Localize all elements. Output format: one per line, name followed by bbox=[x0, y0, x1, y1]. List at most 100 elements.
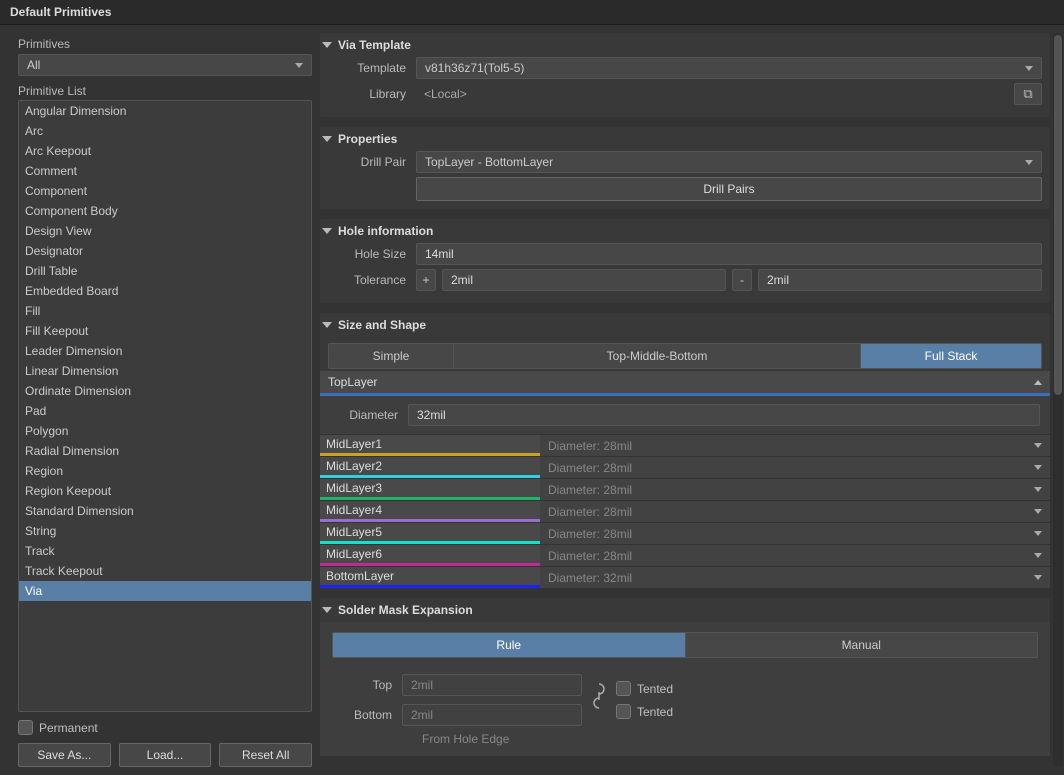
list-item[interactable]: Standard Dimension bbox=[19, 501, 311, 521]
rule-tab[interactable]: Rule bbox=[333, 633, 686, 657]
window-title: Default Primitives bbox=[0, 0, 1064, 25]
list-item[interactable]: Ordinate Dimension bbox=[19, 381, 311, 401]
list-item[interactable]: Region Keepout bbox=[19, 481, 311, 501]
layer-name: MidLayer4 bbox=[320, 500, 540, 522]
chevron-down-icon bbox=[1034, 443, 1042, 448]
manual-tab[interactable]: Manual bbox=[686, 633, 1038, 657]
tolerance-minus-input[interactable]: 2mil bbox=[758, 269, 1042, 291]
link-top-bottom-icon[interactable] bbox=[590, 680, 608, 712]
layer-diameter[interactable]: Diameter: 28mil bbox=[540, 522, 1050, 544]
list-item[interactable]: String bbox=[19, 521, 311, 541]
list-item[interactable]: Radial Dimension bbox=[19, 441, 311, 461]
layer-row[interactable]: MidLayer4Diameter: 28mil bbox=[320, 500, 1050, 522]
tented-bottom-checkbox[interactable] bbox=[616, 704, 631, 719]
layers-table: MidLayer1Diameter: 28milMidLayer2Diamete… bbox=[320, 434, 1050, 588]
layer-diameter[interactable]: Diameter: 28mil bbox=[540, 544, 1050, 566]
chevron-down-icon bbox=[1034, 575, 1042, 580]
list-item[interactable]: Arc Keepout bbox=[19, 141, 311, 161]
hole-size-input[interactable]: 14mil bbox=[416, 243, 1042, 265]
via-template-header[interactable]: Via Template bbox=[320, 33, 1050, 57]
list-item[interactable]: Design View bbox=[19, 221, 311, 241]
section-title: Size and Shape bbox=[338, 318, 426, 332]
list-item[interactable]: Component bbox=[19, 181, 311, 201]
scrollbar-thumb[interactable] bbox=[1054, 35, 1062, 395]
permanent-checkbox[interactable] bbox=[18, 720, 33, 735]
chevron-up-icon bbox=[1034, 380, 1042, 385]
collapse-icon bbox=[322, 607, 332, 613]
list-item[interactable]: Arc bbox=[19, 121, 311, 141]
primitive-list[interactable]: Angular DimensionArcArc KeepoutCommentCo… bbox=[18, 100, 312, 712]
properties-header[interactable]: Properties bbox=[320, 127, 1050, 151]
layer-row[interactable]: MidLayer1Diameter: 28mil bbox=[320, 434, 1050, 456]
chevron-down-icon bbox=[1034, 553, 1042, 558]
reset-all-button[interactable]: Reset All bbox=[219, 743, 312, 767]
layer-row[interactable]: MidLayer3Diameter: 28mil bbox=[320, 478, 1050, 500]
list-item[interactable]: Angular Dimension bbox=[19, 101, 311, 121]
layer-row[interactable]: MidLayer5Diameter: 28mil bbox=[320, 522, 1050, 544]
list-item[interactable]: Designator bbox=[19, 241, 311, 261]
list-item[interactable]: Drill Table bbox=[19, 261, 311, 281]
size-shape-header[interactable]: Size and Shape bbox=[320, 313, 1050, 337]
solder-mode-tabs: Rule Manual bbox=[332, 632, 1038, 658]
template-value: v81h36z71(Tol5-5) bbox=[425, 61, 524, 75]
bottom-label: Bottom bbox=[332, 708, 392, 722]
tolerance-minus-button[interactable]: - bbox=[732, 269, 752, 291]
list-item[interactable]: Pad bbox=[19, 401, 311, 421]
chevron-down-icon bbox=[1034, 465, 1042, 470]
diameter-input[interactable]: 32mil bbox=[408, 404, 1040, 426]
save-as-button[interactable]: Save As... bbox=[18, 743, 111, 767]
chevron-down-icon bbox=[1025, 160, 1033, 165]
hole-info-header[interactable]: Hole information bbox=[320, 219, 1050, 243]
load-button[interactable]: Load... bbox=[119, 743, 212, 767]
bottom-expansion-input[interactable]: 2mil bbox=[402, 704, 582, 726]
hole-size-label: Hole Size bbox=[328, 247, 406, 261]
drill-pairs-button[interactable]: Drill Pairs bbox=[416, 177, 1042, 201]
section-title: Hole information bbox=[338, 224, 433, 238]
layer-diameter[interactable]: Diameter: 28mil bbox=[540, 478, 1050, 500]
solder-mask-header[interactable]: Solder Mask Expansion bbox=[320, 598, 1050, 622]
tented-top-checkbox[interactable] bbox=[616, 681, 631, 696]
layer-row[interactable]: BottomLayerDiameter: 32mil bbox=[320, 566, 1050, 588]
via-template-section: Via Template Template v81h36z71(Tol5-5) … bbox=[320, 33, 1050, 117]
vertical-scrollbar[interactable] bbox=[1053, 33, 1063, 767]
size-tab[interactable]: Simple bbox=[329, 344, 454, 368]
permanent-label: Permanent bbox=[39, 721, 98, 735]
list-item[interactable]: Track Keepout bbox=[19, 561, 311, 581]
list-item[interactable]: Via bbox=[19, 581, 311, 601]
layer-diameter[interactable]: Diameter: 28mil bbox=[540, 500, 1050, 522]
layer-row[interactable]: MidLayer6Diameter: 28mil bbox=[320, 544, 1050, 566]
list-item[interactable]: Region bbox=[19, 461, 311, 481]
list-item[interactable]: Component Body bbox=[19, 201, 311, 221]
layer-diameter[interactable]: Diameter: 28mil bbox=[540, 456, 1050, 478]
list-item[interactable]: Fill bbox=[19, 301, 311, 321]
layer-diameter[interactable]: Diameter: 28mil bbox=[540, 434, 1050, 456]
toplayer-header[interactable]: TopLayer bbox=[320, 371, 1050, 396]
list-item[interactable]: Linear Dimension bbox=[19, 361, 311, 381]
size-tab[interactable]: Full Stack bbox=[861, 344, 1041, 368]
tolerance-plus-button[interactable]: + bbox=[416, 269, 436, 291]
top-expansion-input[interactable]: 2mil bbox=[402, 674, 582, 696]
layer-diameter[interactable]: Diameter: 32mil bbox=[540, 566, 1050, 588]
primitives-dropdown[interactable]: All bbox=[18, 54, 312, 76]
size-tab[interactable]: Top-Middle-Bottom bbox=[454, 344, 861, 368]
list-item[interactable]: Comment bbox=[19, 161, 311, 181]
layer-name: MidLayer3 bbox=[320, 478, 540, 500]
layer-name: MidLayer6 bbox=[320, 544, 540, 566]
library-value: <Local> bbox=[416, 83, 1008, 105]
top-label: Top bbox=[332, 678, 392, 692]
layer-row[interactable]: MidLayer2Diameter: 28mil bbox=[320, 456, 1050, 478]
list-item[interactable]: Fill Keepout bbox=[19, 321, 311, 341]
drill-pair-value: TopLayer - BottomLayer bbox=[425, 155, 553, 169]
link-button[interactable]: ⧉ bbox=[1014, 83, 1042, 105]
template-dropdown[interactable]: v81h36z71(Tol5-5) bbox=[416, 57, 1042, 79]
list-item[interactable]: Track bbox=[19, 541, 311, 561]
list-item[interactable]: Embedded Board bbox=[19, 281, 311, 301]
drill-pair-dropdown[interactable]: TopLayer - BottomLayer bbox=[416, 151, 1042, 173]
list-item[interactable]: Polygon bbox=[19, 421, 311, 441]
layer-name: BottomLayer bbox=[320, 566, 540, 588]
chevron-down-icon bbox=[295, 63, 303, 68]
library-label: Library bbox=[328, 87, 406, 101]
list-item[interactable]: Leader Dimension bbox=[19, 341, 311, 361]
tolerance-plus-input[interactable]: 2mil bbox=[442, 269, 726, 291]
properties-section: Properties Drill Pair TopLayer - BottomL… bbox=[320, 127, 1050, 209]
